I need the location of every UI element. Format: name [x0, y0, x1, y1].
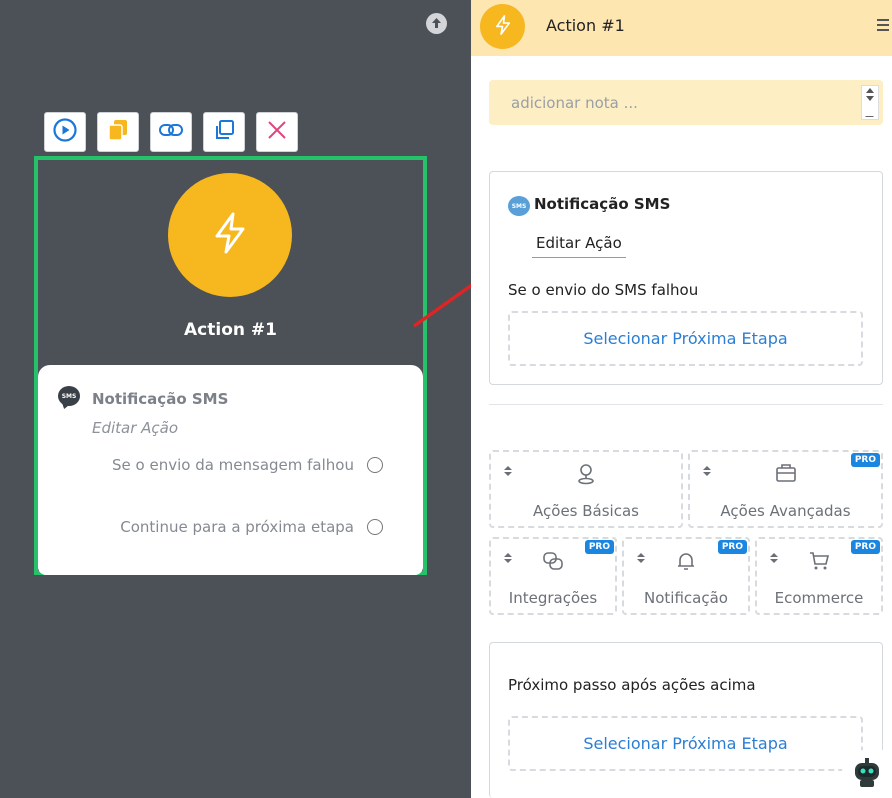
- workflow-canvas[interactable]: Action #1 SMS Notificação SMS Editar Açã…: [0, 0, 471, 798]
- link-icon: [158, 121, 184, 143]
- next-step-card: Próximo passo após ações acima Seleciona…: [489, 642, 883, 798]
- select-next-step-button[interactable]: Selecionar Próxima Etapa: [508, 311, 863, 366]
- node-card-title: Notificação SMS: [92, 390, 229, 408]
- lightning-icon: [207, 210, 253, 260]
- close-icon: [266, 119, 288, 145]
- play-button[interactable]: [44, 112, 86, 152]
- bell-icon: [676, 550, 696, 576]
- drag-handle-icon[interactable]: [703, 466, 711, 476]
- panel-title: Action #1: [546, 16, 625, 35]
- edit-action-link[interactable]: Editar Ação: [532, 233, 626, 258]
- robot-icon: [850, 755, 884, 793]
- copy-icon: [105, 117, 131, 147]
- output-label: Continue para a próxima etapa: [120, 518, 354, 536]
- next-step-label: Próximo passo após ações acima: [508, 676, 756, 694]
- sms-card-title: Notificação SMS: [534, 195, 671, 213]
- output-label: Se o envio da mensagem falhou: [112, 456, 354, 474]
- pro-badge: PRO: [850, 540, 880, 554]
- cart-icon: [808, 550, 830, 576]
- select-next-step-button[interactable]: Selecionar Próxima Etapa: [508, 716, 863, 771]
- link-button[interactable]: [150, 112, 192, 152]
- drag-handle-icon[interactable]: [770, 553, 778, 563]
- play-icon: [53, 118, 77, 146]
- category-advanced-actions[interactable]: PRO Ações Avançadas: [688, 450, 883, 528]
- node-toolbar: [44, 112, 298, 152]
- lightning-icon: [492, 14, 514, 40]
- node-card-subtitle[interactable]: Editar Ação: [92, 419, 178, 437]
- drag-handle-icon[interactable]: [504, 553, 512, 563]
- drag-handle-icon[interactable]: [637, 553, 645, 563]
- action-node[interactable]: Action #1 SMS Notificação SMS Editar Açã…: [34, 156, 427, 575]
- scroll-up-icon[interactable]: [426, 13, 447, 34]
- category-label: Integrações: [508, 589, 598, 607]
- user-pin-icon: [576, 463, 596, 489]
- category-integrations[interactable]: PRO Integrações: [489, 537, 617, 615]
- category-label: Ações Avançadas: [720, 502, 851, 520]
- action-panel: Action #1 SMS Notificação SMS Editar Açã…: [471, 0, 892, 798]
- category-label: Ações Básicas: [533, 502, 639, 520]
- toolbox-icon: [775, 463, 797, 487]
- panel-header: Action #1: [471, 0, 892, 56]
- note-scrollbar[interactable]: [861, 85, 881, 120]
- output-continue: Continue para a próxima etapa: [120, 518, 383, 536]
- sms-icon: SMS: [58, 386, 80, 406]
- sms-fail-label: Se o envio do SMS falhou: [508, 281, 699, 299]
- node-card[interactable]: SMS Notificação SMS Editar Ação Se o env…: [38, 365, 423, 575]
- drag-handle-icon[interactable]: [504, 466, 512, 476]
- duplicate-icon: [213, 119, 235, 145]
- pro-badge: PRO: [717, 540, 747, 554]
- category-label: Notificação: [644, 589, 728, 607]
- output-failed: Se o envio da mensagem falhou: [112, 456, 383, 474]
- divider: [489, 404, 883, 405]
- note-field-wrapper: [489, 80, 883, 125]
- output-connector[interactable]: [367, 457, 383, 473]
- menu-icon[interactable]: [877, 19, 889, 34]
- category-label: Ecommerce: [774, 589, 864, 607]
- copy-button[interactable]: [97, 112, 139, 152]
- node-avatar: [168, 173, 292, 297]
- sms-icon: SMS: [508, 196, 530, 216]
- delete-button[interactable]: [256, 112, 298, 152]
- pro-badge: PRO: [584, 540, 614, 554]
- integration-icon: [542, 550, 564, 576]
- sms-action-card: SMS Notificação SMS Editar Ação Se o env…: [489, 171, 883, 385]
- note-input[interactable]: [489, 80, 849, 125]
- category-notification[interactable]: PRO Notificação: [622, 537, 750, 615]
- header-avatar: [480, 4, 525, 49]
- node-title: Action #1: [184, 320, 277, 340]
- duplicate-button[interactable]: [203, 112, 245, 152]
- pro-badge: PRO: [850, 453, 880, 467]
- output-connector[interactable]: [367, 519, 383, 535]
- category-ecommerce[interactable]: PRO Ecommerce: [755, 537, 883, 615]
- category-basic-actions[interactable]: Ações Básicas: [489, 450, 683, 528]
- chat-bot-button[interactable]: [842, 750, 892, 798]
